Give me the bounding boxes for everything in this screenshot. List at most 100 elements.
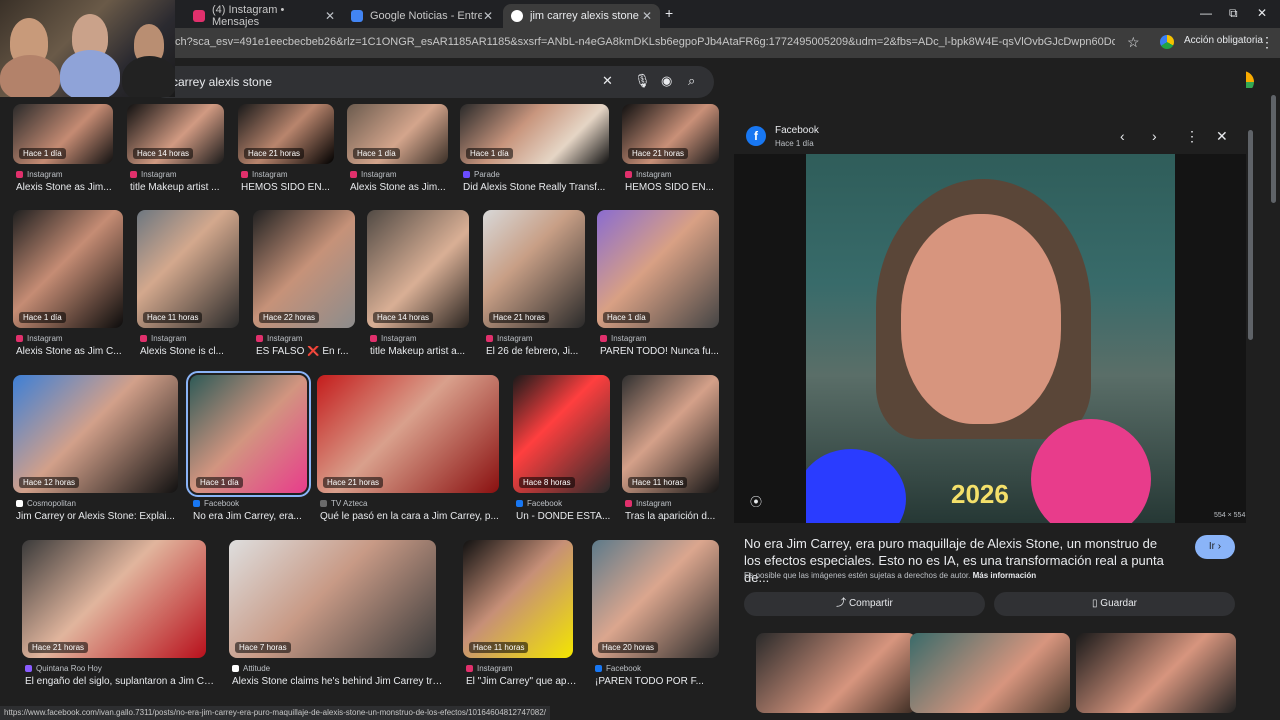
result-card[interactable]: Hace 11 horas Instagram Tras la aparición … (622, 375, 719, 527)
result-source[interactable]: Attitude (232, 664, 270, 673)
result-caption[interactable]: Qué le pasó en la cara a Jim Carrey, p..… (320, 511, 508, 522)
panel-scroll-thumb[interactable] (1248, 130, 1253, 340)
result-source[interactable]: Instagram (600, 334, 647, 343)
result-card[interactable]: Hace 12 horas Cosmopolitan Jim Carrey or A… (13, 375, 178, 527)
result-card[interactable]: Hace 21 horas Instagram HEMOS SIDO EN... (238, 104, 334, 198)
result-source[interactable]: Instagram (466, 664, 513, 673)
result-source[interactable]: Instagram (350, 170, 397, 179)
more-info-link[interactable]: Más información (973, 571, 1037, 580)
close-icon[interactable]: ✕ (642, 9, 652, 23)
result-card[interactable]: Hace 21 horas TV Azteca Qué le pasó en la … (317, 375, 499, 527)
lens-search-icon[interactable]: ⦿ (750, 493, 762, 510)
result-card[interactable]: Hace 1 día Instagram Alexis Stone as Jim..… (347, 104, 448, 198)
result-source[interactable]: Instagram (625, 499, 672, 508)
tab-search[interactable]: jim carrey alexis stone - Buscar ✕ (503, 4, 660, 28)
result-card[interactable]: Hace 7 horas Attitude Alexis Stone claims … (229, 540, 445, 692)
extension-icon[interactable] (1160, 35, 1174, 49)
result-thumbnail[interactable]: Hace 14 horas (127, 104, 224, 164)
result-card[interactable]: Hace 22 horas Instagram ES FALSO ❌ En r... (253, 210, 355, 362)
result-thumbnail[interactable]: Hace 7 horas (229, 540, 436, 658)
result-thumbnail[interactable]: Hace 21 horas (317, 375, 499, 493)
result-caption[interactable]: HEMOS SIDO EN... (625, 182, 728, 193)
related-image[interactable] (910, 633, 1070, 713)
result-thumbnail[interactable]: Hace 21 horas (238, 104, 334, 164)
result-thumbnail[interactable]: Hace 12 horas (13, 375, 178, 493)
result-source[interactable]: Facebook (516, 499, 562, 508)
result-caption[interactable]: Did Alexis Stone Really Transf... (463, 182, 618, 193)
save-button[interactable]: ▯ Guardar (994, 592, 1235, 616)
result-card[interactable]: Hace 11 horas Instagram El "Jim Carrey" qu… (463, 540, 582, 692)
result-caption[interactable]: El engaño del siglo, suplantaron a Jim C… (25, 676, 215, 687)
result-caption[interactable]: Alexis Stone as Jim... (16, 182, 122, 193)
result-thumbnail[interactable]: Hace 11 horas (137, 210, 239, 328)
related-image[interactable] (1076, 633, 1236, 713)
result-caption[interactable]: Alexis Stone is cl... (140, 346, 248, 357)
result-caption[interactable]: Tras la aparición d... (625, 511, 728, 522)
result-thumbnail[interactable]: Hace 1 día (13, 104, 113, 164)
result-caption[interactable]: No era Jim Carrey, era... (193, 511, 316, 522)
result-caption[interactable]: title Makeup artist ... (130, 182, 233, 193)
result-thumbnail[interactable]: Hace 21 horas (622, 104, 719, 164)
result-source[interactable]: Cosmopolitan (16, 499, 76, 508)
result-thumbnail[interactable]: Hace 11 horas (622, 375, 719, 493)
result-thumbnail[interactable]: Hace 20 horas (592, 540, 719, 658)
result-caption[interactable]: Alexis Stone as Jim... (350, 182, 457, 193)
action-required-button[interactable]: Acción obligatoria (1184, 35, 1263, 46)
next-icon[interactable]: › (1152, 128, 1157, 144)
result-source[interactable]: Instagram (130, 170, 177, 179)
result-caption[interactable]: ¡PAREN TODO POR F... (595, 676, 728, 687)
result-source[interactable]: Quintana Roo Hoy (25, 664, 102, 673)
search-icon[interactable]: ⌕ (688, 73, 695, 89)
new-tab-button[interactable]: + (665, 5, 673, 21)
more-options-icon[interactable]: ⋮ (1185, 128, 1199, 145)
result-card[interactable]: Hace 20 horas Facebook ¡PAREN TODO POR F..… (592, 540, 719, 692)
result-caption[interactable]: PAREN TODO! Nunca fu... (600, 346, 728, 357)
result-thumbnail[interactable]: Hace 1 día (597, 210, 719, 328)
result-thumbnail[interactable]: Hace 11 horas (463, 540, 573, 658)
result-source[interactable]: Instagram (241, 170, 288, 179)
result-thumbnail[interactable]: Hace 8 horas (513, 375, 610, 493)
result-card[interactable]: Hace 14 horas Instagram title Makeup artis… (127, 104, 224, 198)
lens-icon[interactable]: ◉ (661, 73, 672, 89)
microphone-icon[interactable]: 🎙 (634, 73, 651, 89)
result-caption[interactable]: title Makeup artist a... (370, 346, 478, 357)
result-thumbnail[interactable]: Hace 21 horas (22, 540, 206, 658)
search-input[interactable]: carrey alexis stone (172, 75, 272, 89)
result-thumbnail[interactable]: Hace 1 día (186, 371, 311, 497)
close-icon[interactable]: ✕ (483, 9, 493, 23)
close-window-button[interactable]: ✕ (1257, 6, 1267, 20)
result-thumbnail[interactable]: Hace 22 horas (253, 210, 355, 328)
result-card[interactable]: Hace 1 día Instagram PAREN TODO! Nunca fu.… (597, 210, 719, 362)
result-thumbnail[interactable]: Hace 21 horas (483, 210, 585, 328)
close-icon[interactable]: ✕ (1216, 128, 1228, 145)
result-card[interactable]: Hace 1 día Instagram Alexis Stone as Jim..… (13, 104, 113, 198)
result-caption[interactable]: Un - DONDE ESTA... (516, 511, 619, 522)
close-icon[interactable]: ✕ (325, 9, 335, 23)
address-bar[interactable]: ch?sca_esv=491e1eecbecbeb26&rlz=1C1ONGR_… (175, 36, 1115, 48)
result-thumbnail[interactable]: Hace 1 día (460, 104, 609, 164)
result-source[interactable]: Instagram (16, 334, 63, 343)
restore-button[interactable]: ⧉ (1229, 6, 1238, 21)
visit-button[interactable]: Ir › (1195, 535, 1235, 559)
bookmark-star-icon[interactable]: ☆ (1127, 34, 1140, 51)
tab-google-news[interactable]: Google Noticias - Entretenimie ✕ (343, 4, 501, 28)
result-source[interactable]: Instagram (16, 170, 63, 179)
result-caption[interactable]: El "Jim Carrey" que apar... (466, 676, 582, 687)
related-image[interactable] (756, 633, 916, 713)
tab-instagram[interactable]: (4) Instagram • Mensajes ✕ (185, 4, 343, 28)
result-card[interactable]: Hace 21 horas Quintana Roo Hoy El engaño d… (22, 540, 215, 692)
result-card[interactable]: Hace 11 horas Instagram Alexis Stone is cl… (137, 210, 239, 362)
result-card[interactable]: Hace 1 día Facebook No era Jim Carrey, era… (186, 371, 311, 527)
result-source[interactable]: Facebook (595, 664, 641, 673)
result-source[interactable]: Parade (463, 170, 500, 179)
result-caption[interactable]: Jim Carrey or Alexis Stone: Explai... (16, 511, 187, 522)
minimize-button[interactable]: — (1200, 6, 1212, 20)
clear-icon[interactable]: ✕ (602, 73, 613, 89)
result-caption[interactable]: ES FALSO ❌ En r... (256, 346, 364, 357)
result-thumbnail[interactable]: Hace 1 día (13, 210, 123, 328)
result-caption[interactable]: Alexis Stone claims he's behind Jim Carr… (232, 676, 445, 687)
result-source[interactable]: Instagram (256, 334, 303, 343)
result-caption[interactable]: Alexis Stone as Jim C... (16, 346, 132, 357)
result-card[interactable]: Hace 14 horas Instagram title Makeup artis… (367, 210, 469, 362)
page-scroll-thumb[interactable] (1271, 95, 1276, 203)
